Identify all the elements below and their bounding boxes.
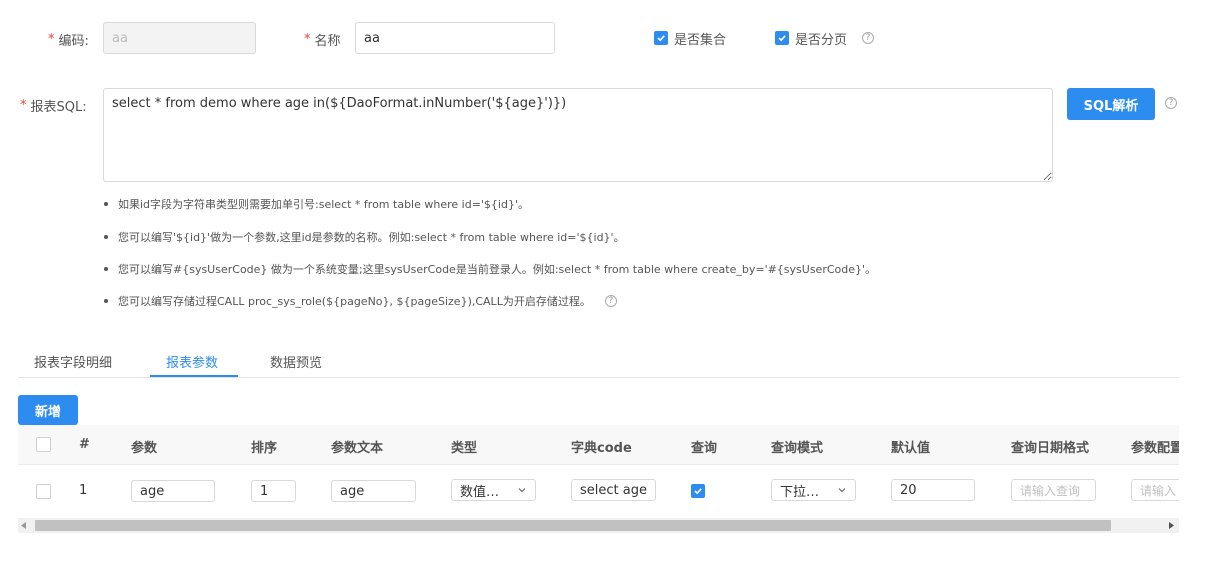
column-header: 参数 xyxy=(131,441,158,456)
row-index: 1 xyxy=(79,483,88,498)
tabs-divider xyxy=(18,377,1179,378)
table-header-row: # 参数 排序 参数文本 类型 字典code 查询 查询模式 默认值 查询日期格… xyxy=(18,425,1179,465)
tip-item: 您可以编写'${id}'做为一个参数,这里id是参数的名称。例如:select … xyxy=(104,229,625,245)
column-header: # xyxy=(79,437,90,452)
checkbox-checked-icon xyxy=(694,488,702,495)
column-header: 类型 xyxy=(451,441,478,456)
help-icon[interactable]: ? xyxy=(604,295,617,307)
scroll-left-icon[interactable] xyxy=(21,522,27,529)
tip-item: 您可以编写存储过程CALL proc_sys_role(${pageNo}, $… xyxy=(104,293,617,309)
column-header: 查询日期格式 xyxy=(1011,441,1090,456)
query-mode-select[interactable]: 下拉… xyxy=(771,479,856,501)
chevron-down-icon xyxy=(838,488,846,493)
params-table: # 参数 排序 参数文本 类型 字典code 查询 查询模式 默认值 查询日期格… xyxy=(18,425,1179,533)
tab-active-indicator xyxy=(150,375,238,377)
horizontal-scrollbar[interactable] xyxy=(18,518,1179,533)
dict-code-input[interactable]: select age xyxy=(571,479,656,501)
param-config-input[interactable]: 请输入 xyxy=(1131,479,1179,501)
tip-item: 您可以编写#{sysUserCode} 做为一个系统变量;这里sysUserCo… xyxy=(104,261,876,277)
param-input[interactable]: age xyxy=(131,480,215,502)
table-row: 1 age 1 age 数值… select age 下拉… 20 请输入查询 xyxy=(18,466,1179,518)
sql-tips-list: 如果id字段为字符串类型则需要加单引号:select * from table … xyxy=(104,0,1104,320)
row-checkbox[interactable] xyxy=(36,484,51,499)
tab-field-details[interactable]: 报表字段明细 xyxy=(34,352,112,371)
scroll-right-icon[interactable] xyxy=(1168,522,1174,529)
column-header: 字典code xyxy=(571,441,632,456)
column-header: 排序 xyxy=(251,441,278,456)
column-header: 查询模式 xyxy=(771,441,824,456)
scrollbar-thumb[interactable] xyxy=(35,520,1111,531)
help-icon[interactable]: ? xyxy=(1165,97,1177,109)
param-text-input[interactable]: age xyxy=(331,480,416,502)
column-header: 参数文本 xyxy=(331,441,384,456)
date-format-input[interactable]: 请输入查询 xyxy=(1011,479,1096,501)
tab-report-params[interactable]: 报表参数 xyxy=(166,352,218,371)
sql-label: * 报表SQL: xyxy=(20,97,87,115)
tip-item: 如果id字段为字符串类型则需要加单引号:select * from table … xyxy=(104,196,529,212)
code-label: * 编码: xyxy=(48,31,89,49)
default-value-input[interactable]: 20 xyxy=(891,479,975,501)
chevron-down-icon xyxy=(518,488,526,493)
add-button[interactable]: 新增 xyxy=(18,395,78,425)
type-select[interactable]: 数值… xyxy=(451,479,536,501)
column-header: 参数配置 xyxy=(1131,441,1179,456)
order-input[interactable]: 1 xyxy=(251,480,296,502)
query-checkbox[interactable] xyxy=(691,484,705,498)
column-header: 默认值 xyxy=(891,441,931,456)
column-header: 查询 xyxy=(691,441,718,456)
select-all-checkbox[interactable] xyxy=(36,437,51,452)
tab-data-preview[interactable]: 数据预览 xyxy=(270,352,322,371)
